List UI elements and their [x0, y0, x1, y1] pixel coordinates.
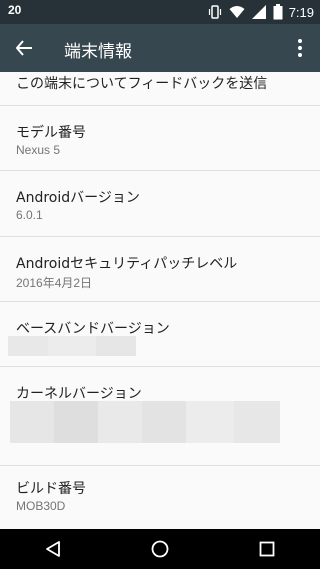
back-triangle-icon — [46, 541, 61, 557]
list-item-title: モデル番号 — [16, 125, 86, 141]
more-vert-icon — [298, 39, 302, 57]
list-item-title: この端末についてフィードバックを送信 — [16, 76, 268, 92]
about-phone-screen: 20 7:19 端末情報 この端末についてフィードバックを送信 モデル番号 Ne… — [0, 0, 320, 569]
list-item-title: ビルド番号 — [16, 481, 86, 497]
list-item-title: Androidセキュリティパッチレベル — [16, 256, 238, 272]
nav-home-button[interactable] — [140, 529, 180, 569]
signal-icon — [251, 4, 267, 20]
list-item-baseband-version[interactable]: ベースバンドバージョン — [0, 302, 320, 367]
list-item-value: 6.0.1 — [16, 208, 43, 222]
list-item-model-number[interactable]: モデル番号 Nexus 5 — [0, 106, 320, 171]
home-circle-icon — [151, 540, 169, 558]
redacted-value — [8, 336, 136, 356]
page-title: 端末情報 — [64, 42, 132, 62]
arrow-back-icon — [15, 40, 32, 56]
navigation-bar — [0, 529, 320, 569]
list-item-value: MOB30D — [16, 499, 66, 513]
redacted-value — [10, 401, 280, 443]
recents-square-icon — [259, 541, 275, 557]
list-item-android-version[interactable]: Androidバージョン 6.0.1 — [0, 171, 320, 237]
vibrate-icon — [207, 4, 223, 20]
list-item-security-patch[interactable]: Androidセキュリティパッチレベル 2016年4月2日 — [0, 237, 320, 302]
back-button[interactable] — [10, 34, 38, 62]
app-bar: 端末情報 — [0, 24, 320, 72]
status-bar: 20 7:19 — [0, 0, 320, 24]
list-item-build-number[interactable]: ビルド番号 MOB30D — [0, 466, 320, 529]
list-item-value: Nexus 5 — [16, 143, 61, 157]
list-item-kernel-version[interactable]: カーネルバージョン — [0, 367, 320, 466]
list-item-send-feedback[interactable]: この端末についてフィードバックを送信 — [0, 72, 320, 106]
about-list: この端末についてフィードバックを送信 モデル番号 Nexus 5 Android… — [0, 72, 320, 529]
list-item-title: カーネルバージョン — [16, 386, 142, 402]
clock-time: 7:19 — [288, 4, 314, 20]
battery-icon — [273, 4, 283, 20]
notification-count: 20 — [8, 3, 22, 17]
overflow-menu-button[interactable] — [288, 34, 312, 62]
nav-recents-button[interactable] — [247, 529, 287, 569]
wifi-icon — [229, 4, 245, 20]
nav-back-button[interactable] — [33, 529, 73, 569]
list-item-title: Androidバージョン — [16, 190, 140, 206]
status-icons: 7:19 — [201, 0, 314, 24]
list-item-title: ベースバンドバージョン — [16, 321, 170, 337]
list-item-value: 2016年4月2日 — [16, 276, 93, 290]
